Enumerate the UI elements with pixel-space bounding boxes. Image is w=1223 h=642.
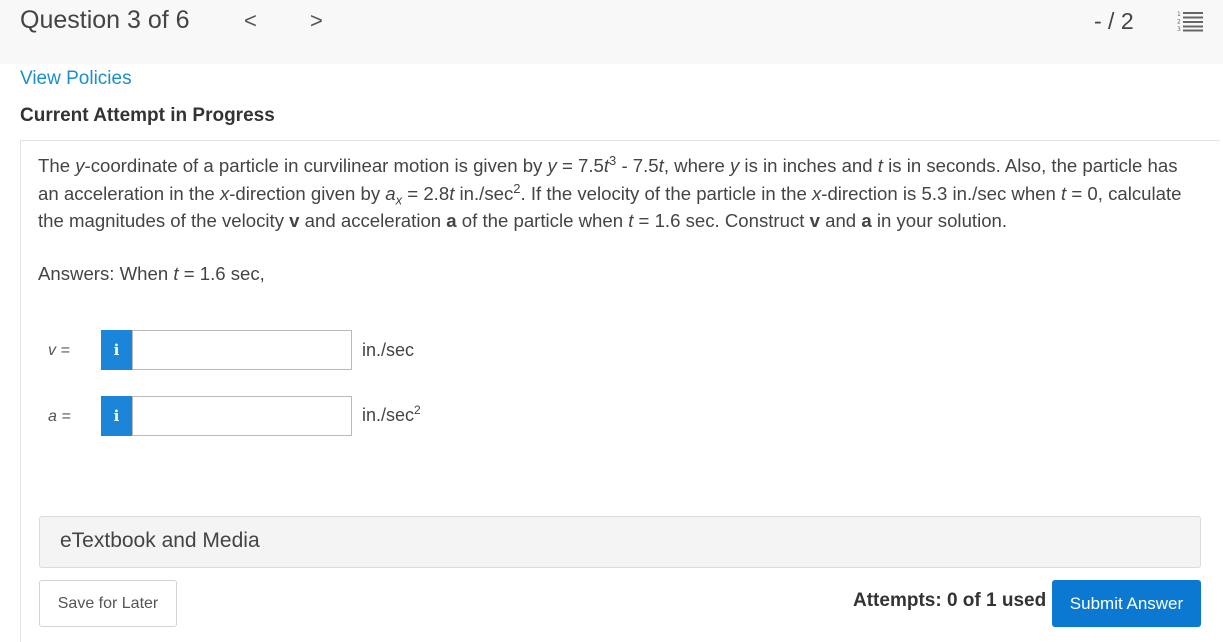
submit-answer-button[interactable]: Submit Answer [1052,580,1201,627]
velocity-unit: in./sec [362,340,415,360]
svg-text:3: 3 [1177,26,1181,32]
question-header: Question 3 of 6 < > - / 2 1 2 3 [0,0,1223,64]
velocity-answer-input[interactable] [132,330,352,370]
view-policies-link[interactable]: View Policies [20,68,132,90]
etextbook-label: eTextbook and Media [60,529,260,552]
next-question-icon[interactable]: > [310,8,323,34]
svg-text:2: 2 [1177,19,1181,26]
velocity-info-button[interactable]: i [101,330,132,370]
answers-intro: Answers: When t = 1.6 sec, [38,263,265,284]
attempt-status-heading: Current Attempt in Progress [20,105,275,126]
numbered-list-icon[interactable]: 1 2 3 [1177,10,1203,32]
velocity-label: v = [48,342,70,359]
acceleration-label: a = [48,408,71,425]
acceleration-info-button[interactable]: i [101,396,132,436]
etextbook-media-panel[interactable]: eTextbook and Media [39,516,1201,568]
save-for-later-button[interactable]: Save for Later [39,580,177,627]
acceleration-unit: in./sec2 [362,403,421,425]
info-icon: i [113,407,120,425]
acceleration-answer-input[interactable] [132,396,352,436]
attempts-counter: Attempts: 0 of 1 used [853,590,1047,611]
question-title: Question 3 of 6 [20,6,190,34]
svg-text:1: 1 [1177,11,1181,18]
previous-question-icon[interactable]: < [244,8,257,34]
problem-statement: The y-coordinate of a particle in curvil… [38,152,1182,231]
score-display: - / 2 [1094,8,1134,34]
info-icon: i [113,341,120,359]
